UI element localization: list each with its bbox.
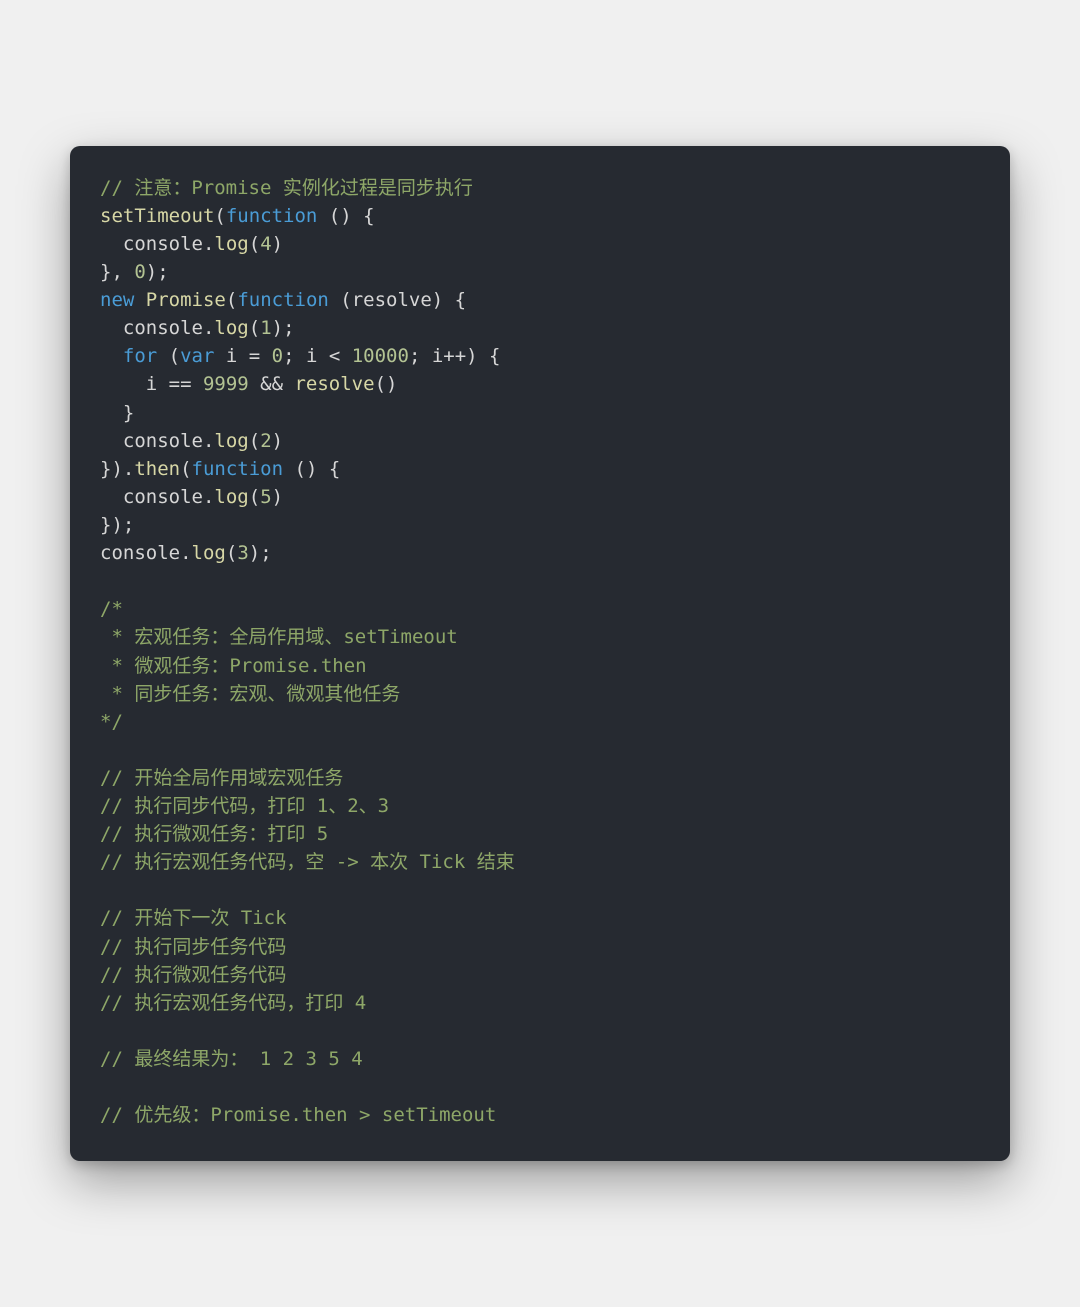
code-comment: // 执行宏观任务代码，打印 4 — [100, 992, 366, 1014]
code-punc: ( — [180, 458, 191, 480]
code-keyword: function — [237, 289, 329, 311]
code-block: // 注意：Promise 实例化过程是同步执行 setTimeout(func… — [100, 174, 980, 1130]
code-punc: . — [180, 542, 191, 564]
code-number: 4 — [260, 233, 271, 255]
code-punc: ( — [226, 289, 237, 311]
code-punc: . — [203, 430, 214, 452]
code-comment: // 开始全局作用域宏观任务 — [100, 767, 343, 789]
code-number: 0 — [272, 345, 283, 367]
code-punc: ( — [157, 345, 180, 367]
code-fn: log — [192, 542, 226, 564]
code-ident: i == — [100, 373, 203, 395]
code-fn: Promise — [146, 289, 226, 311]
code-fn: log — [214, 233, 248, 255]
code-comment: // 优先级：Promise.then > setTimeout — [100, 1104, 496, 1126]
code-punc: }); — [100, 514, 134, 536]
code-ident: console — [100, 430, 203, 452]
code-fn: then — [134, 458, 180, 480]
code-comment: // 执行同步任务代码 — [100, 936, 286, 958]
code-keyword: var — [180, 345, 214, 367]
code-number: 9999 — [203, 373, 249, 395]
code-punc: ( — [226, 542, 237, 564]
code-comment: // 执行同步代码，打印 1、2、3 — [100, 795, 389, 817]
code-fn: log — [214, 430, 248, 452]
code-number: 3 — [237, 542, 248, 564]
code-punc: () { — [283, 458, 340, 480]
code-punc: ( — [249, 317, 260, 339]
code-punc: ); — [146, 261, 169, 283]
code-punc: ( — [249, 233, 260, 255]
code-punc: ) — [272, 233, 283, 255]
code-comment: * 微观任务：Promise.then — [100, 655, 367, 677]
code-comment: /* — [100, 598, 123, 620]
code-comment: * 同步任务：宏观、微观其他任务 — [100, 683, 400, 705]
code-punc: ( — [249, 430, 260, 452]
code-number: 2 — [260, 430, 271, 452]
code-number: 0 — [134, 261, 145, 283]
code-keyword: function — [192, 458, 284, 480]
code-comment: */ — [100, 711, 123, 733]
code-comment: // 开始下一次 Tick — [100, 907, 287, 929]
code-punc: . — [203, 486, 214, 508]
code-comment: // 最终结果为： 1 2 3 5 4 — [100, 1048, 363, 1070]
code-punc: ; i < — [283, 345, 352, 367]
code-punc: () { — [317, 205, 374, 227]
code-punc: ( — [249, 486, 260, 508]
code-number: 1 — [260, 317, 271, 339]
code-keyword: new — [100, 289, 134, 311]
code-punc: }). — [100, 458, 134, 480]
code-punc: ); — [249, 542, 272, 564]
code-punc: ) — [272, 430, 283, 452]
code-number: 5 — [260, 486, 271, 508]
code-ident: console — [100, 317, 203, 339]
code-punc: } — [100, 402, 134, 424]
code-comment: // 注意：Promise 实例化过程是同步执行 — [100, 177, 473, 199]
code-punc: (resolve) { — [329, 289, 466, 311]
code-comment: * 宏观任务：全局作用域、setTimeout — [100, 626, 458, 648]
code-punc: && — [249, 373, 295, 395]
code-text — [134, 289, 145, 311]
code-punc: }, — [100, 261, 134, 283]
code-punc: ( — [214, 205, 225, 227]
code-number: 10000 — [352, 345, 409, 367]
code-punc: = — [249, 345, 272, 367]
code-ident: console — [100, 542, 180, 564]
code-punc: ); — [272, 317, 295, 339]
code-punc: ; i++) { — [409, 345, 501, 367]
code-punc: . — [203, 233, 214, 255]
code-comment: // 执行宏观任务代码，空 -> 本次 Tick 结束 — [100, 851, 515, 873]
code-fn: setTimeout — [100, 205, 214, 227]
code-punc: ) — [272, 486, 283, 508]
code-comment: // 执行微观任务：打印 5 — [100, 823, 328, 845]
code-ident: console — [100, 486, 203, 508]
code-keyword: function — [226, 205, 318, 227]
code-ident: i — [214, 345, 248, 367]
code-punc: . — [203, 317, 214, 339]
code-comment: // 执行微观任务代码 — [100, 964, 286, 986]
code-fn: resolve — [294, 373, 374, 395]
code-card: // 注意：Promise 实例化过程是同步执行 setTimeout(func… — [70, 146, 1010, 1162]
code-keyword: for — [100, 345, 157, 367]
code-ident: console — [100, 233, 203, 255]
code-fn: log — [214, 486, 248, 508]
code-punc: () — [375, 373, 398, 395]
code-fn: log — [214, 317, 248, 339]
